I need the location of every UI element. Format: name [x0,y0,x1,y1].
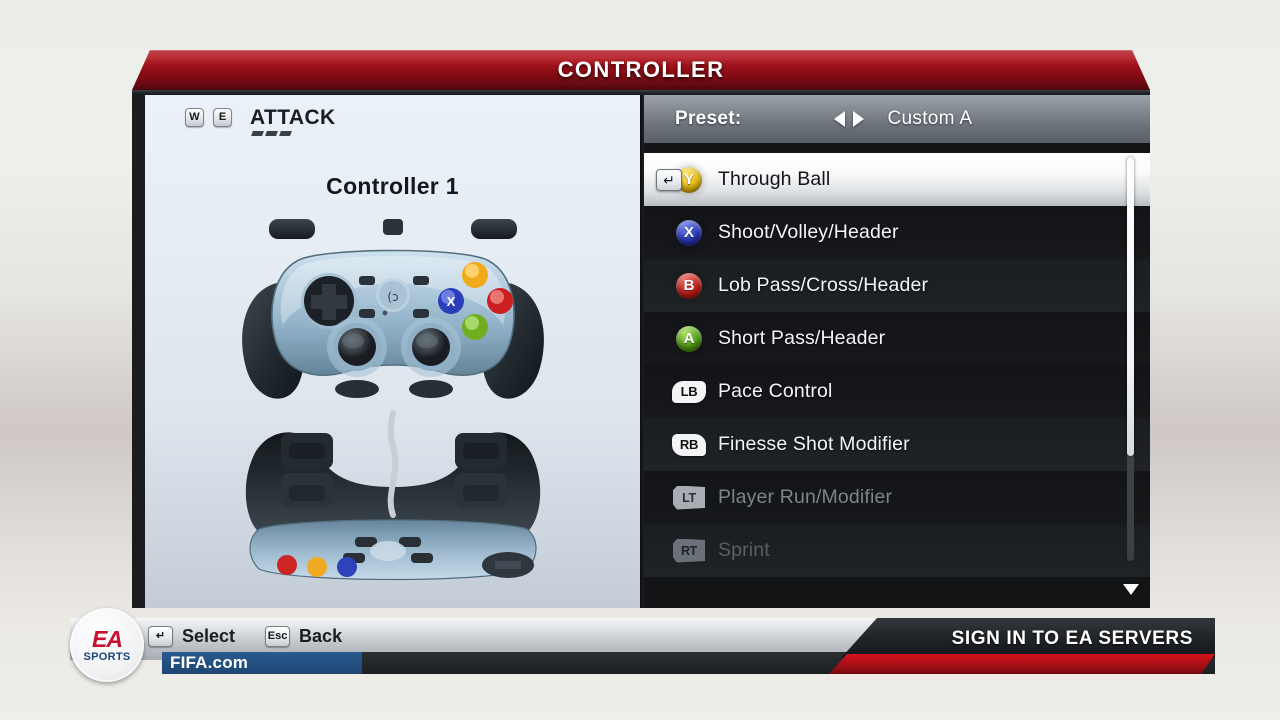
preset-prev-arrow-icon[interactable] [833,111,845,127]
gamepad-top-edge-view [245,410,540,581]
binding-row-shoot-volley-header[interactable]: X Shoot/Volley/Header [644,206,1150,259]
button-rb-icon: RB [672,433,706,456]
section-label: ATTACK [250,106,336,129]
preset-selector[interactable]: Preset: Custom A [644,95,1150,143]
key-w-icon[interactable]: W [185,108,204,127]
gamepad-front-view: (ɔ X [241,219,544,399]
page-title: CONTROLLER [557,57,725,82]
ea-logo-text: EA [92,625,123,652]
binding-row-sprint[interactable]: RT Sprint [644,524,1150,577]
controller-name: Controller 1 [326,173,459,199]
preset-label: Preset: [675,108,742,129]
sign-in-banner[interactable]: SIGN IN TO EA SERVERS [829,618,1215,674]
back-hint-label[interactable]: Back [299,626,342,647]
page-dot-3 [279,131,292,136]
sign-in-label[interactable]: SIGN IN TO EA SERVERS [952,628,1193,650]
ea-sports-logo: EA SPORTS [70,608,144,682]
select-hint-label[interactable]: Select [182,626,235,647]
button-lt-icon: LT [673,485,705,510]
badge-slot: RB [660,433,718,456]
button-x-icon: X [676,219,702,246]
svg-text:(ɔ: (ɔ [387,290,398,304]
svg-text:X: X [446,294,455,309]
scroll-down-arrow-icon[interactable] [1123,584,1139,595]
button-b-icon: B [676,272,702,299]
bindings-list[interactable]: ↵ Y Through Ball X Shoot/Volley/Header B… [644,153,1150,608]
bindings-scrollbar[interactable] [1123,157,1139,595]
esc-key-icon: Esc [265,626,291,647]
binding-row-pace-control[interactable]: LB Pace Control [644,365,1150,418]
footer-hint-group: ↵ Select Esc Back [148,626,342,647]
controller-preview-panel: W E ATTACK Controller 1 (ɔ X [145,95,642,608]
page-dot-1 [251,131,264,136]
badge-slot: X [660,219,718,246]
button-rt-icon: RT [673,538,705,563]
page-dot-2 [265,131,278,136]
section-switcher: W E ATTACK [185,106,336,136]
binding-label: Through Ball [718,168,831,190]
controller-settings-window: CONTROLLER W E ATTACK Controller 1 (ɔ X … [132,50,1150,608]
binding-row-through-ball[interactable]: ↵ Y Through Ball [644,153,1150,206]
preset-next-arrow-icon[interactable] [852,111,864,127]
binding-label: Shoot/Volley/Header [718,221,899,243]
gamepad-illustration: (ɔ X [213,213,573,593]
binding-label: Player Run/Modifier [718,486,893,508]
binding-row-finesse-shot-modifier[interactable]: RB Finesse Shot Modifier [644,418,1150,471]
section-label-wrap: ATTACK [250,106,336,136]
key-e-icon[interactable]: E [213,108,232,127]
ea-sports-subtext: SPORTS [83,650,131,663]
footer-bar: ↵ Select Esc Back FIFA.com EA SPORTS SIG… [70,608,1215,682]
dialog-body: W E ATTACK Controller 1 (ɔ X Preset: Cus… [132,95,1150,608]
binding-row-short-pass-header[interactable]: A Short Pass/Header [644,312,1150,365]
enter-key-icon: ↵ [148,626,173,647]
button-a-icon: A [676,325,702,352]
badge-slot: RT [660,538,718,563]
badge-slot: LB [660,380,718,403]
binding-label: Finesse Shot Modifier [718,433,910,455]
sign-in-banner-red [829,654,1215,674]
preset-value: Custom A [887,108,973,129]
scrollbar-thumb[interactable] [1127,157,1134,456]
window-title-bar: CONTROLLER [132,50,1150,90]
binding-label: Pace Control [718,380,833,402]
fifa-com-link[interactable]: FIFA.com [162,652,362,674]
preset-arrow-group [833,111,864,127]
binding-label: Short Pass/Header [718,327,886,349]
badge-slot: B [660,272,718,299]
binding-label: Sprint [718,539,770,561]
section-page-indicator [251,131,336,136]
binding-label: Lob Pass/Cross/Header [718,274,929,296]
binding-row-lob-pass-cross-header[interactable]: B Lob Pass/Cross/Header [644,259,1150,312]
badge-slot: A [660,325,718,352]
button-lb-icon: LB [672,380,706,403]
badge-slot: LT [660,485,718,510]
binding-row-player-run-modifier[interactable]: LT Player Run/Modifier [644,471,1150,524]
enter-key-icon: ↵ [656,168,682,191]
bindings-panel: Preset: Custom A ↵ Y Through Ball X Shoo… [644,95,1150,608]
